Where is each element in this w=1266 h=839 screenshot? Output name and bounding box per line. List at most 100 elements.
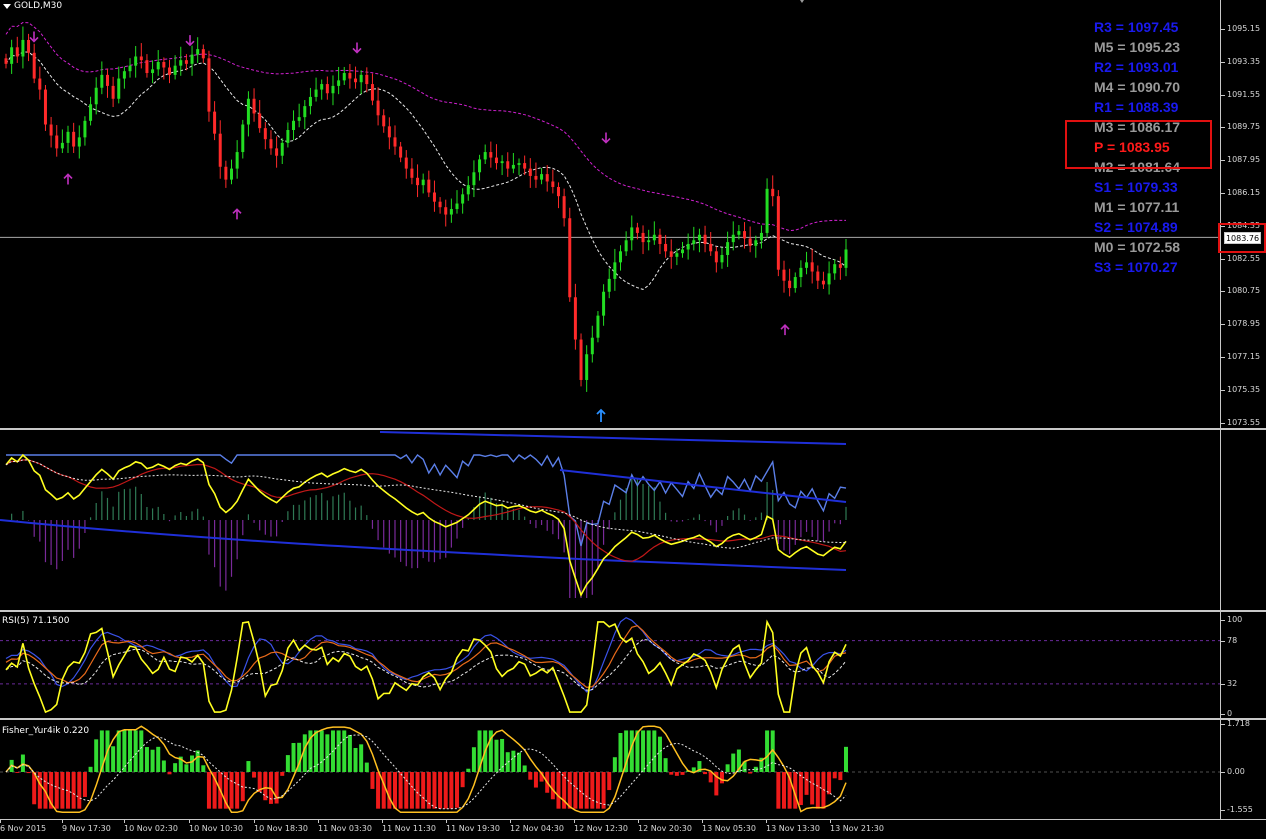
candle-body [647, 240, 651, 243]
candle-body [562, 196, 566, 219]
price-axis-tick: 1078.95 [1220, 319, 1261, 329]
candle-body [607, 278, 611, 292]
candle-body [393, 137, 397, 147]
candle-body [703, 234, 707, 244]
candle-body [455, 203, 459, 210]
candle-body [737, 231, 741, 235]
candle-body [511, 164, 515, 169]
fisher-bar [173, 763, 178, 772]
candle-body [128, 65, 132, 72]
candle-body [771, 188, 775, 197]
candle-body [788, 280, 792, 289]
candle-body [10, 47, 14, 64]
fisher-bar [201, 765, 206, 772]
candle-body [618, 251, 622, 263]
candle-body [461, 194, 465, 204]
price-axis[interactable]: 1095.15 1093.35 1091.55 1089.75 1087.95 1086.… [1220, 0, 1266, 428]
indicator-pane-bands[interactable] [0, 430, 1220, 610]
candle-body [77, 137, 81, 147]
fisher-bar [844, 746, 848, 772]
candle-body [596, 315, 600, 338]
candle-body [573, 297, 577, 340]
candle-body [370, 84, 374, 101]
candle-body [799, 267, 803, 278]
price-axis-tick: 1082.55 [1220, 253, 1261, 263]
fisher-bar [235, 772, 240, 809]
candle-body [681, 249, 685, 254]
time-axis-label: 11 Nov 19:30 [446, 820, 500, 833]
time-axis[interactable]: 6 Nov 2015 9 Nov 17:30 10 Nov 02:30 10 Nov … [0, 819, 1266, 839]
fisher-bar [601, 772, 606, 809]
fisher-bar [460, 772, 465, 788]
candle-body [145, 60, 149, 74]
candle-body [139, 56, 143, 61]
candle-body [179, 60, 183, 66]
candle-body [692, 240, 696, 244]
fisher-bar [810, 772, 815, 805]
candle-body [66, 131, 70, 143]
pivot-level-label: S2 = 1074.89 [1094, 219, 1178, 235]
shift-marker-icon[interactable] [798, 0, 806, 3]
candle-body [545, 174, 549, 182]
price-axis-tick: 1077.15 [1220, 352, 1261, 361]
fisher-pane[interactable]: Fisher_Yur4ik 0.220 [0, 720, 1220, 819]
candle-body [821, 280, 825, 285]
rsi-pane[interactable]: RSI(5) 71.1500 [0, 612, 1220, 718]
bands-indicator [0, 431, 847, 598]
fisher-bar [415, 772, 420, 809]
candle-body [286, 130, 290, 143]
fisher-bar [550, 772, 555, 800]
fisher-bar [590, 772, 595, 809]
fisher-bar [776, 772, 781, 809]
fisher-bar [144, 747, 149, 772]
pivot-level-label: M5 = 1095.23 [1094, 39, 1181, 55]
candle-body [613, 262, 617, 279]
chart-title: GOLD,M30 [3, 1, 62, 11]
fisher-bar [319, 730, 324, 772]
fisher-bar [748, 772, 753, 774]
candle-body [776, 196, 780, 270]
fisher-bar [77, 772, 82, 809]
pivot-level-label: M4 = 1090.70 [1094, 79, 1181, 95]
fisher-bar [167, 772, 172, 775]
mt4-chart-window: GOLD,M30 R3 = 1097.45 M5 = 1095.23 R2 = 10… [0, 0, 1266, 839]
candle-body [602, 291, 606, 316]
candle-body [314, 89, 318, 97]
candle-body [528, 168, 532, 176]
fisher-bar [567, 772, 572, 809]
candle-body [246, 98, 250, 125]
candle-body [432, 192, 436, 202]
fisher-bar [708, 772, 713, 783]
candle-body [196, 49, 200, 55]
candle-body [838, 264, 842, 268]
pivot-level-label: S1 = 1079.33 [1094, 179, 1178, 195]
fisher-bar [815, 772, 820, 809]
buy-arrow-icon [232, 208, 242, 220]
candle-body [252, 98, 256, 114]
candlestick-chart [0, 21, 1220, 422]
candle-body [590, 337, 594, 355]
fisher-bar [674, 772, 679, 776]
candle-body [489, 152, 493, 158]
pivot-level-label: R2 = 1093.01 [1094, 59, 1179, 75]
price-pane[interactable]: GOLD,M30 R3 = 1097.45 M5 = 1095.23 R2 = 10… [0, 0, 1220, 428]
candle-body [743, 231, 747, 239]
fisher-indicator [0, 725, 1220, 814]
fast-ma-line [5, 51, 847, 290]
fisher-bar [827, 772, 832, 795]
chart-menu-icon[interactable] [3, 3, 11, 9]
rsi-axis-tick: 78 [1220, 635, 1238, 645]
price-axis-tick: 1089.75 [1220, 122, 1261, 132]
fisher-bar [731, 753, 736, 772]
fisher-bar [387, 772, 392, 809]
fisher-bar [449, 772, 454, 809]
price-axis-tick: 1075.35 [1220, 384, 1261, 394]
time-axis-label: 11 Nov 03:30 [318, 820, 372, 833]
fisher-bar [37, 772, 42, 809]
sell-arrow-icon [352, 42, 362, 54]
fisher-bar [573, 772, 578, 809]
fisher-bar [511, 750, 516, 772]
price-axis-tick: 1091.55 [1220, 89, 1261, 99]
candle-body [624, 240, 628, 252]
candle-body [782, 269, 786, 281]
